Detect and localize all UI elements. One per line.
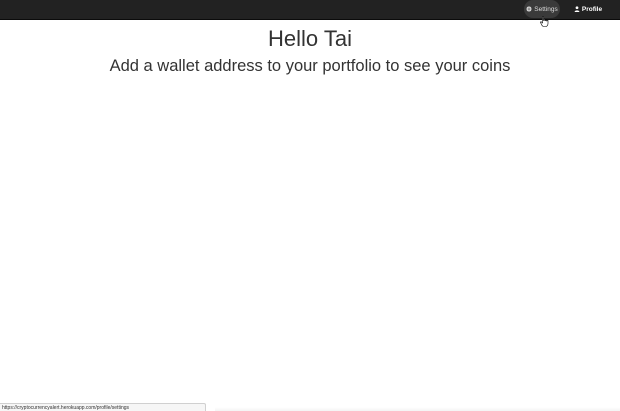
- top-navbar: Settings Profile: [0, 0, 620, 20]
- gear-icon: [526, 6, 533, 12]
- settings-label: Settings: [534, 5, 558, 13]
- profile-label: Profile: [581, 5, 603, 13]
- greeting-heading: Hello Tai: [268, 26, 352, 51]
- hand-pointer-cursor-icon: [540, 14, 549, 32]
- link-preview-status-bar: https://cryptocurrencyalert.herokuapp.co…: [0, 403, 206, 411]
- profile-link[interactable]: Profile: [572, 0, 604, 18]
- empty-portfolio-message: Add a wallet address to your portfolio t…: [109, 57, 511, 75]
- user-icon: [574, 6, 580, 12]
- window-bottom-edge: [215, 407, 620, 411]
